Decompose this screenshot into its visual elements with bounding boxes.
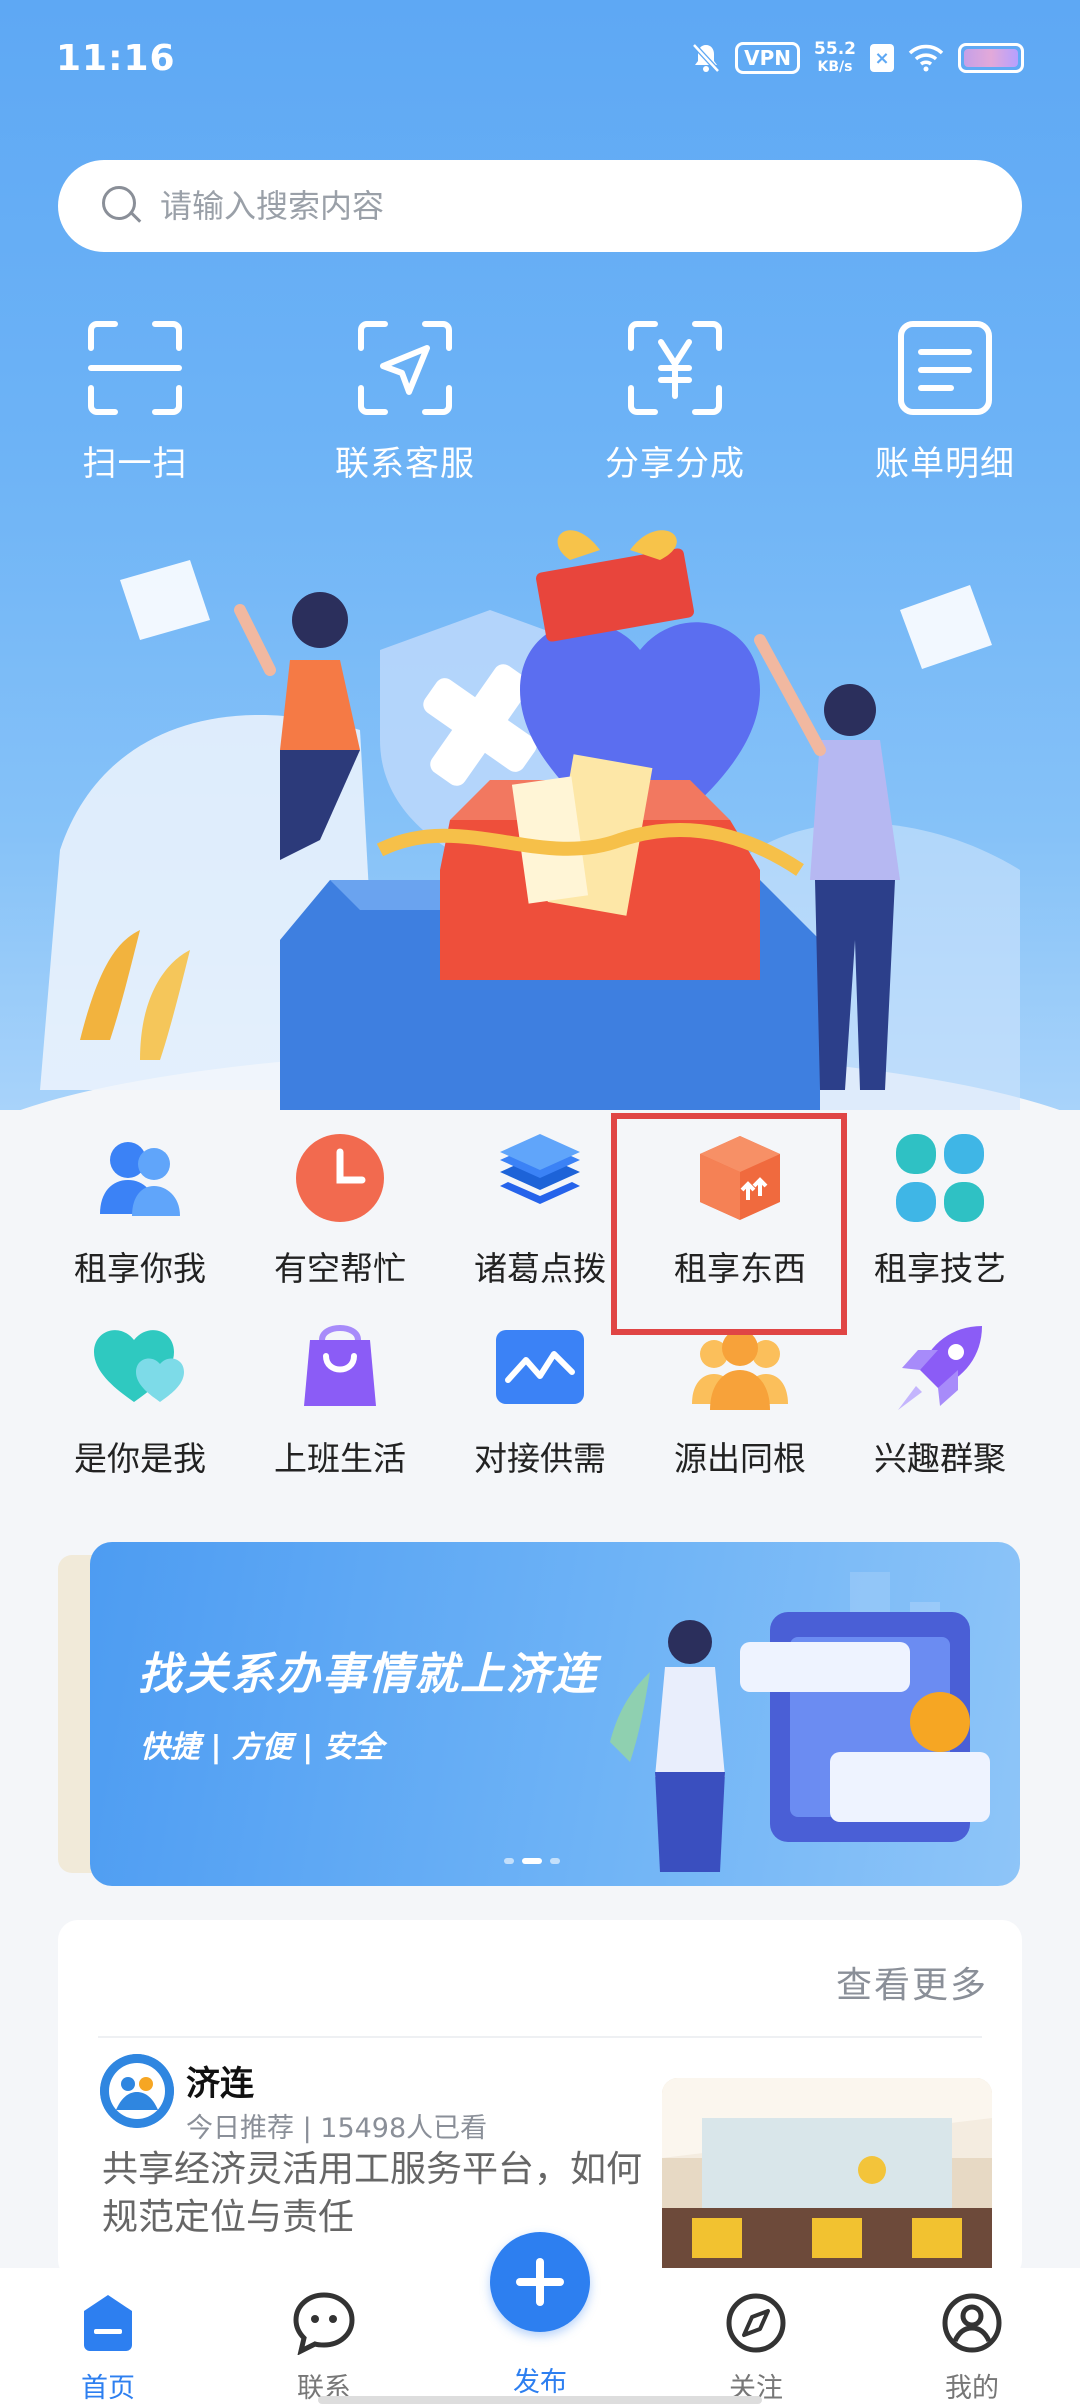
yuan-icon xyxy=(625,318,725,418)
quick-action-share[interactable]: 分享分成 xyxy=(540,318,810,498)
hearts-icon xyxy=(92,1320,188,1416)
category-help[interactable]: 有空帮忙 xyxy=(240,1130,440,1320)
speed-value: 55.2 xyxy=(814,39,856,59)
category-same-roots[interactable]: 源出同根 xyxy=(640,1320,840,1510)
clover-icon xyxy=(892,1130,988,1226)
nav-follow[interactable]: 关注 xyxy=(648,2268,864,2408)
user-icon xyxy=(939,2290,1005,2356)
speed-unit: KB/s xyxy=(817,59,853,75)
wifi-icon xyxy=(908,41,944,75)
category-work-life[interactable]: 上班生活 xyxy=(240,1320,440,1510)
category-label: 上班生活 xyxy=(274,1439,406,1478)
nav-label: 我的 xyxy=(945,2373,999,2404)
quick-action-bill[interactable]: 账单明细 xyxy=(810,318,1080,498)
carousel-dot[interactable] xyxy=(504,1858,514,1864)
category-label: 兴趣群聚 xyxy=(874,1439,1006,1478)
category-interest-groups[interactable]: 兴趣群聚 xyxy=(840,1320,1040,1510)
carousel-dots xyxy=(504,1858,560,1864)
nav-home[interactable]: 首页 xyxy=(0,2268,216,2408)
news-card[interactable]: 查看更多 济连 今日推荐 | 15498人已看 共享经济灵活用工服务平台，如何规… xyxy=(58,1920,1022,2288)
nav-label: 首页 xyxy=(81,2373,135,2404)
box-icon xyxy=(692,1130,788,1226)
send-icon xyxy=(355,318,455,418)
quick-action-label: 扫一扫 xyxy=(82,444,188,484)
quick-action-scan[interactable]: 扫一扫 xyxy=(0,318,270,498)
carousel-dot-active[interactable] xyxy=(522,1858,542,1864)
scan-icon xyxy=(85,318,185,418)
home-indicator xyxy=(318,2396,762,2404)
mute-icon xyxy=(691,41,721,75)
category-row: 租享你我 有空帮忙 诸葛点拨 租享东西 租享技艺 xyxy=(0,1130,1080,1320)
quick-action-support[interactable]: 联系客服 xyxy=(270,318,540,498)
category-label: 诸葛点拨 xyxy=(474,1249,606,1288)
plus-icon xyxy=(516,2258,564,2306)
news-meta: 今日推荐 | 15498人已看 xyxy=(186,2113,488,2144)
quick-action-label: 分享分成 xyxy=(605,444,745,484)
category-row: 是你是我 上班生活 对接供需 源出同根 兴趣群聚 xyxy=(0,1320,1080,1510)
promo-banner[interactable]: 找关系办事情就上济连 快捷 | 方便 | 安全 xyxy=(90,1542,1020,1886)
category-label: 有空帮忙 xyxy=(274,1249,406,1288)
network-speed: 55.2 KB/s xyxy=(814,39,856,75)
category-label: 源出同根 xyxy=(674,1439,806,1478)
category-label: 对接供需 xyxy=(474,1439,606,1478)
quick-action-label: 账单明细 xyxy=(875,444,1015,484)
view-more-link[interactable]: 查看更多 xyxy=(836,1956,988,2008)
source-avatar xyxy=(100,2054,174,2128)
category-label: 租享东西 xyxy=(674,1249,806,1288)
category-advice[interactable]: 诸葛点拨 xyxy=(440,1130,640,1320)
news-thumbnail[interactable] xyxy=(662,2078,992,2288)
bag-icon xyxy=(292,1320,388,1416)
status-icons: VPN 55.2 KB/s × xyxy=(691,38,1024,78)
quick-action-label: 联系客服 xyxy=(335,444,475,484)
search-input[interactable] xyxy=(160,187,980,225)
home-icon xyxy=(75,2290,141,2356)
clock-icon xyxy=(292,1130,388,1226)
carousel-dot[interactable] xyxy=(550,1858,560,1864)
document-icon xyxy=(895,318,995,418)
publish-button[interactable] xyxy=(490,2232,590,2332)
chat-icon xyxy=(291,2290,357,2356)
category-rent-people[interactable]: 租享你我 xyxy=(40,1130,240,1320)
battery-icon xyxy=(958,43,1024,73)
quick-actions: 扫一扫 联系客服 分享分成 账单明细 xyxy=(0,318,1080,498)
rocket-icon xyxy=(892,1320,988,1416)
nav-mine[interactable]: 我的 xyxy=(864,2268,1080,2408)
category-skills[interactable]: 租享技艺 xyxy=(840,1130,1040,1320)
banner-subtitle: 快捷 | 方便 | 安全 xyxy=(140,1730,384,1765)
category-label: 是你是我 xyxy=(74,1439,206,1478)
search-bar[interactable] xyxy=(58,160,1022,252)
news-title[interactable]: 共享经济灵活用工服务平台，如何规范定位与责任 xyxy=(102,2146,662,2242)
people-icon xyxy=(92,1130,188,1226)
nav-contact[interactable]: 联系 xyxy=(216,2268,432,2408)
category-grid: 租享你我 有空帮忙 诸葛点拨 租享东西 租享技艺 是你是我 上班生活 对接供需 … xyxy=(0,1130,1080,1500)
status-bar: 11:16 VPN 55.2 KB/s × xyxy=(0,0,1080,120)
x-badge-icon: × xyxy=(870,44,894,72)
layers-icon xyxy=(492,1130,588,1226)
divider xyxy=(98,2036,982,2038)
hero-illustration xyxy=(0,520,1080,1110)
publish-label: 发布 xyxy=(513,2367,567,2398)
category-match[interactable]: 是你是我 xyxy=(40,1320,240,1510)
search-icon xyxy=(102,186,142,226)
category-supply-demand[interactable]: 对接供需 xyxy=(440,1320,640,1510)
category-label: 租享技艺 xyxy=(874,1249,1006,1288)
news-source: 济连 xyxy=(186,2064,254,2104)
compass-icon xyxy=(723,2290,789,2356)
banner-title: 找关系办事情就上济连 xyxy=(138,1649,598,1700)
category-rent-things[interactable]: 租享东西 xyxy=(640,1130,840,1320)
category-label: 租享你我 xyxy=(74,1249,206,1288)
status-time: 11:16 xyxy=(56,38,176,79)
group-icon xyxy=(692,1320,788,1416)
chart-icon xyxy=(492,1320,588,1416)
vpn-badge: VPN xyxy=(735,42,801,74)
